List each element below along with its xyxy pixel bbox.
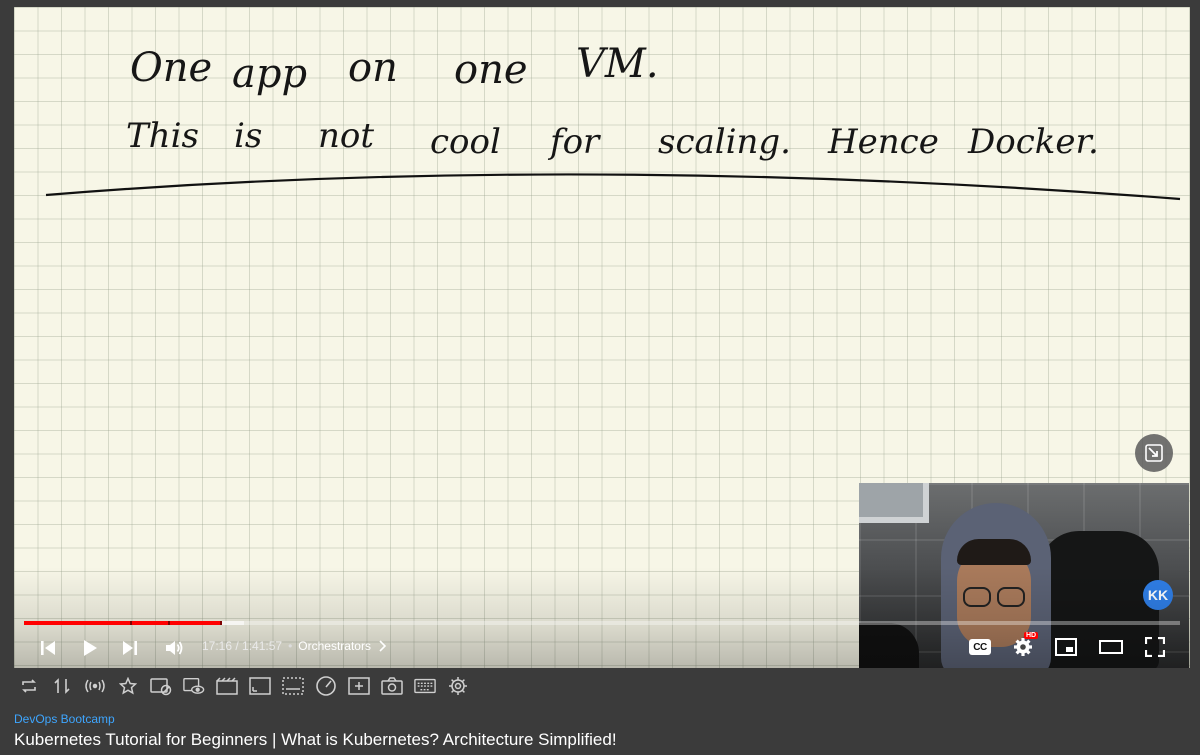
camera-icon (381, 677, 403, 695)
time-elapsed-total: 17:16 / 1:41:57 (202, 639, 283, 653)
progress-bar[interactable] (24, 621, 1180, 625)
next-button[interactable] (116, 634, 144, 662)
add-button[interactable] (348, 675, 370, 697)
word: one (454, 47, 528, 93)
favorite-button[interactable] (117, 675, 139, 697)
speed-icon (316, 676, 336, 696)
extension-settings-button[interactable] (447, 675, 469, 697)
star-icon (119, 677, 137, 695)
keyboard-icon (414, 678, 436, 694)
chevron-right-icon (379, 640, 387, 652)
word: for (547, 122, 601, 162)
hd-badge: HD (1024, 632, 1039, 639)
hand-drawn-divider-line (45, 173, 1181, 201)
miniplayer-icon (1055, 638, 1077, 656)
channel-logo-badge: KK (1143, 580, 1173, 610)
video-title: Kubernetes Tutorial for Beginners | What… (14, 730, 617, 749)
fullscreen-icon (1145, 637, 1165, 657)
word: on (348, 45, 398, 91)
time-display: 17:16 / 1:41:57 • Orchestrators (202, 639, 387, 653)
word: app (232, 51, 307, 97)
word: VM. (576, 41, 659, 87)
captions-button[interactable]: CC (967, 634, 993, 660)
extension-toolbar (18, 674, 469, 698)
subtitle-bar-icon (282, 677, 304, 695)
played-bar (24, 621, 222, 625)
sort-button[interactable] (51, 675, 73, 697)
sort-icon (54, 678, 70, 694)
keyboard-button[interactable] (414, 675, 436, 697)
add-icon (348, 677, 370, 695)
ads-off-button[interactable] (150, 675, 172, 697)
screenshot-button[interactable] (381, 675, 403, 697)
broadcast-icon (85, 679, 105, 693)
gear-icon (1014, 638, 1032, 656)
screen-button[interactable] (249, 675, 271, 697)
cinema-icon (216, 677, 238, 695)
video-player[interactable]: One app on one VM. This is not cool for … (14, 7, 1190, 668)
channel-link[interactable]: DevOps Bootcamp (14, 712, 115, 726)
ads-off-icon (150, 678, 172, 696)
previous-button[interactable] (34, 634, 62, 662)
separator: • (288, 639, 293, 653)
settings-button[interactable]: HD (1010, 632, 1039, 660)
word: cool (430, 122, 501, 162)
play-icon (84, 640, 97, 656)
miniplayer-button[interactable] (1053, 634, 1079, 660)
cinema-button[interactable] (216, 675, 238, 697)
speed-button[interactable] (315, 675, 337, 697)
word: not (318, 116, 374, 156)
view-icon (183, 677, 205, 694)
play-button[interactable] (76, 634, 104, 662)
chapter-title-button[interactable]: Orchestrators (298, 639, 371, 653)
broadcast-button[interactable] (84, 675, 106, 697)
cc-icon: CC (969, 639, 991, 655)
screen-icon (249, 677, 271, 695)
minimize-icon (1145, 444, 1163, 462)
minimize-camera-button[interactable] (1135, 434, 1173, 472)
subtitle-bar-button[interactable] (282, 675, 304, 697)
skip-previous-icon (41, 641, 55, 655)
word: One (130, 45, 212, 91)
skip-next-icon (123, 641, 137, 655)
word: Docker. (967, 122, 1099, 162)
settings-icon (449, 677, 467, 695)
theater-icon (1099, 640, 1123, 654)
fullscreen-button[interactable] (1142, 634, 1168, 660)
volume-icon (166, 641, 183, 655)
theater-mode-button[interactable] (1098, 634, 1124, 660)
loop-button[interactable] (18, 675, 40, 697)
view-button[interactable] (183, 675, 205, 697)
loop-icon (22, 679, 36, 693)
word: This (126, 116, 199, 156)
word: scaling. (658, 122, 791, 162)
word: Hence (827, 122, 939, 162)
word: is (234, 116, 262, 156)
mute-button[interactable] (160, 634, 188, 662)
